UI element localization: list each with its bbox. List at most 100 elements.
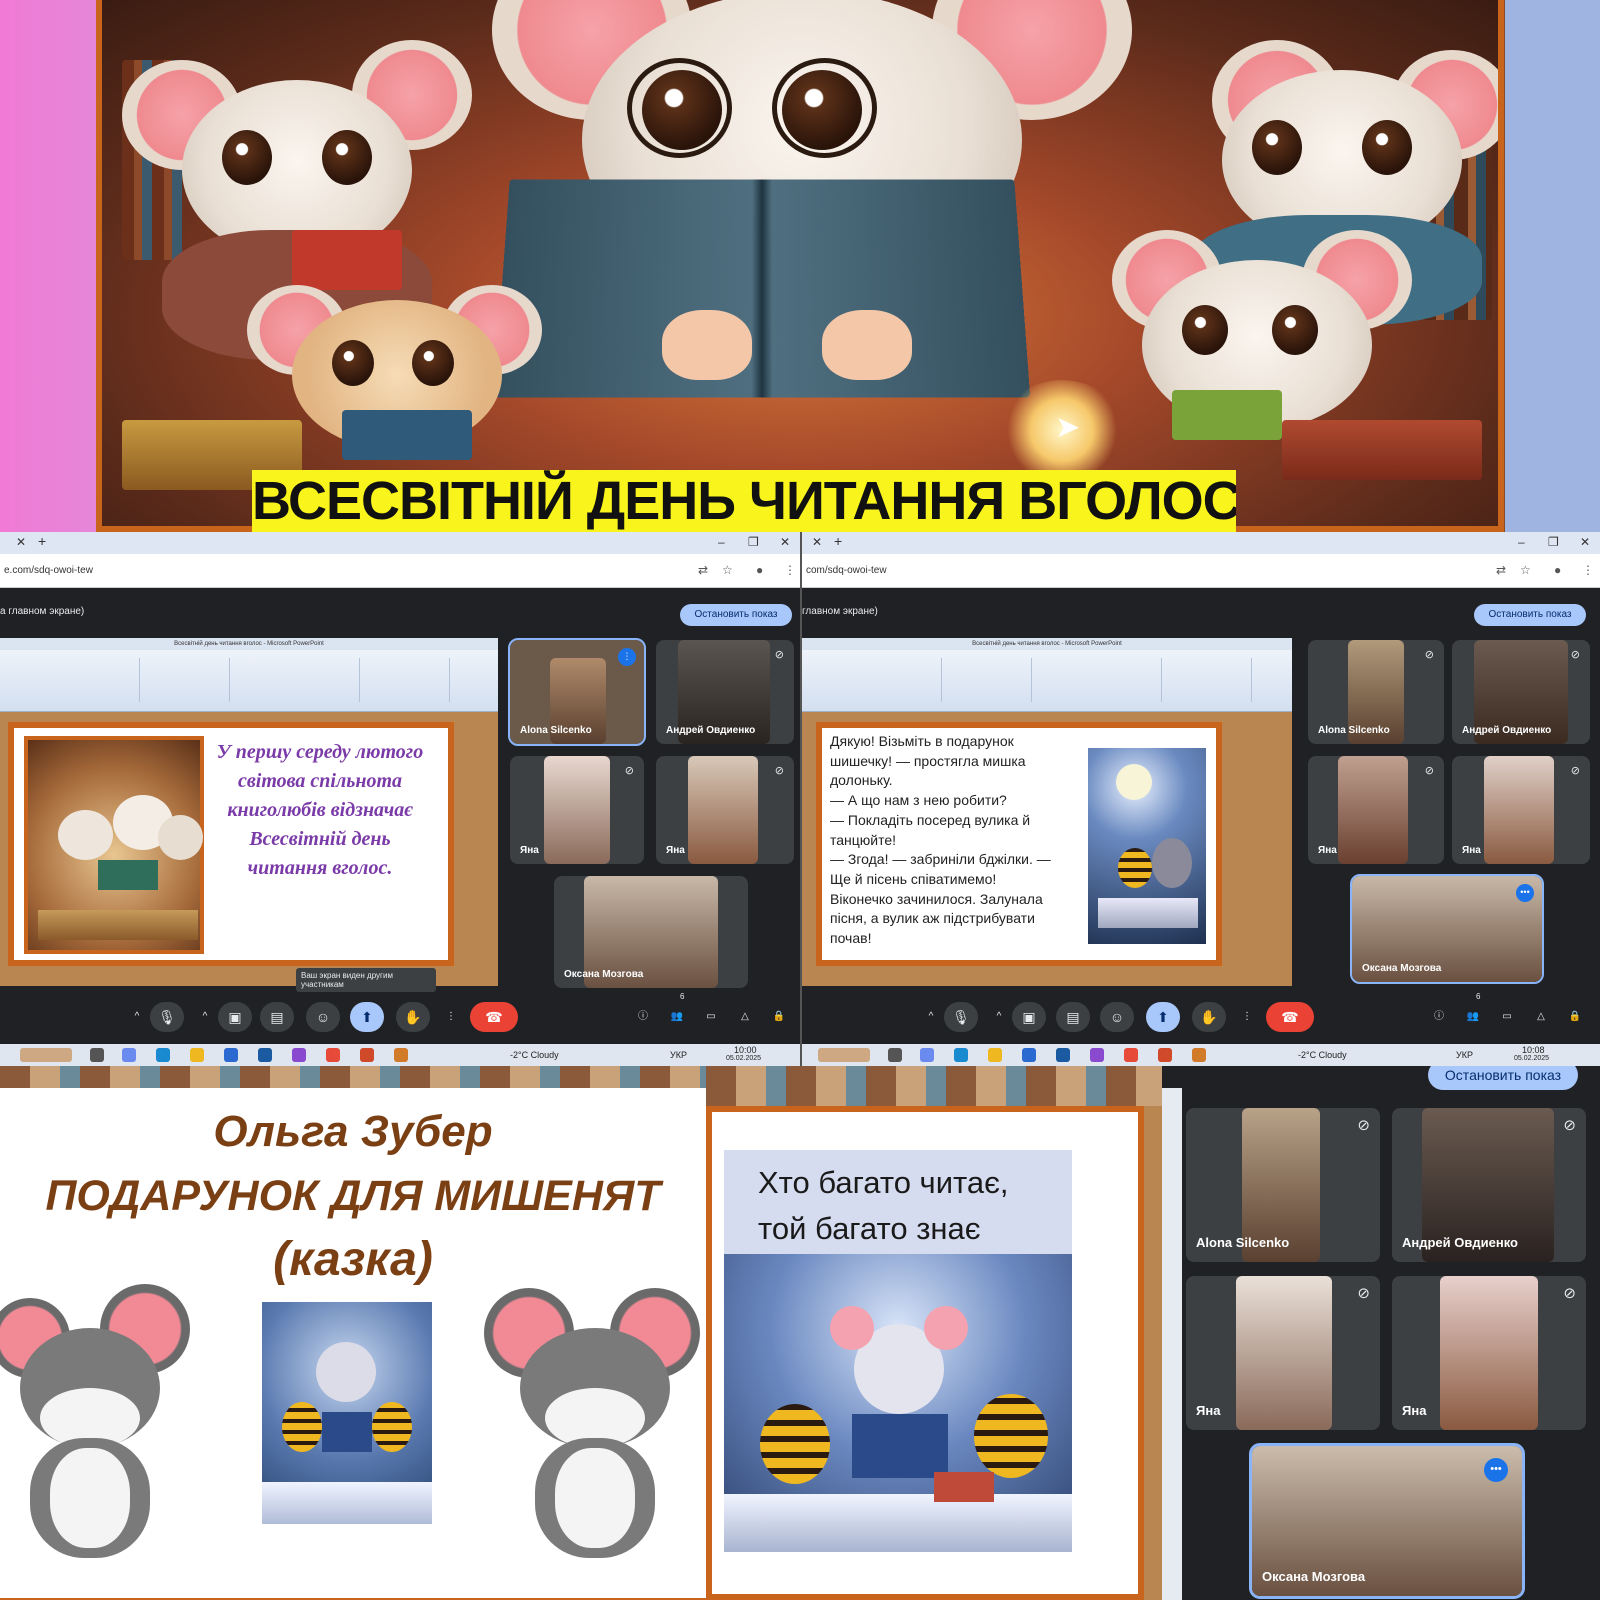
mic-icon[interactable]: 🎙 [150, 1002, 184, 1032]
more-options-icon[interactable]: ⋮ [1238, 1002, 1256, 1032]
profile-icon[interactable]: ● [1554, 563, 1561, 577]
participant-tile[interactable]: ⊘ Андрей Овдиенко [1452, 640, 1590, 744]
translate-icon[interactable]: ⇄ [1496, 563, 1506, 577]
participant-tile[interactable]: ⊘ Андрей Овдиенко [1392, 1108, 1586, 1262]
raise-hand-icon[interactable]: ✋ [396, 1002, 430, 1032]
mic-icon[interactable]: 🎙 [944, 1002, 978, 1032]
participant-tile[interactable]: Оксана Мозгова [554, 876, 748, 988]
participant-tile[interactable]: ⊘ Яна [510, 756, 644, 864]
mail-icon[interactable] [258, 1048, 272, 1062]
menu-icon[interactable]: ⋮ [784, 563, 796, 577]
address-bar[interactable]: e.com/sdq-owoi-tew ⇄ ☆ ● ⋮ [0, 554, 800, 588]
end-call-button[interactable]: ☎ [1266, 1002, 1314, 1032]
stop-presenting-button[interactable]: Остановить показ [1474, 604, 1586, 626]
edge-icon[interactable] [954, 1048, 968, 1062]
snow [724, 1494, 1072, 1552]
story-line: долоньку. [830, 771, 1080, 791]
chat-icon[interactable]: ▭ [702, 1002, 720, 1032]
viber-icon[interactable] [1090, 1048, 1104, 1062]
story-line: Ще й пісень співатимемо! [830, 870, 1080, 890]
participant-tile[interactable]: ••• Оксана Мозгова [1252, 1446, 1522, 1596]
mouse-eye [222, 130, 272, 185]
minimize-icon[interactable]: – [1518, 535, 1525, 549]
chevron-up-icon[interactable]: ^ [196, 1002, 214, 1032]
emoji-icon[interactable]: ☺ [1100, 1002, 1134, 1032]
taskview-icon[interactable] [90, 1048, 104, 1062]
captions-icon[interactable]: ▤ [260, 1002, 294, 1032]
chat-icon[interactable]: ▭ [1498, 1002, 1516, 1032]
raise-hand-icon[interactable]: ✋ [1192, 1002, 1226, 1032]
close-window-icon[interactable]: ✕ [780, 535, 790, 549]
new-tab-icon[interactable]: + [38, 533, 46, 549]
close-tab-icon[interactable]: ✕ [16, 535, 26, 549]
restore-icon[interactable]: ❐ [1548, 535, 1559, 549]
story-line: — А що нам з нею робити? [830, 791, 1080, 811]
participant-tile[interactable]: ⊘ Яна [656, 756, 794, 864]
camera-icon[interactable]: ▣ [218, 1002, 252, 1032]
participant-tile[interactable]: ⊘ Яна [1392, 1276, 1586, 1430]
people-icon[interactable]: 👥 [1464, 1002, 1482, 1032]
restore-icon[interactable]: ❐ [748, 535, 759, 549]
camera-icon[interactable]: ▣ [1012, 1002, 1046, 1032]
people-icon[interactable]: 👥 [668, 1002, 686, 1032]
explorer-icon[interactable] [988, 1048, 1002, 1062]
participant-tile[interactable]: ⊘ Андрей Овдиенко [656, 640, 794, 744]
app-icon[interactable] [1192, 1048, 1206, 1062]
host-controls-icon[interactable]: 🔒 [770, 1002, 788, 1032]
host-controls-icon[interactable]: 🔒 [1566, 1002, 1584, 1032]
participant-name: Alona Silcenko [520, 725, 592, 736]
minimize-icon[interactable]: – [718, 535, 725, 549]
close-window-icon[interactable]: ✕ [1580, 535, 1590, 549]
star-icon[interactable]: ☆ [722, 563, 733, 577]
translate-icon[interactable]: ⇄ [698, 563, 708, 577]
scrollbar[interactable] [1162, 1088, 1182, 1600]
chrome-icon[interactable] [326, 1048, 340, 1062]
menu-icon[interactable]: ⋮ [1582, 563, 1594, 577]
participant-tile[interactable]: ⋮ Alona Silcenko [510, 640, 644, 744]
present-screen-icon[interactable]: ⬆ [350, 1002, 384, 1032]
info-icon[interactable]: ⓘ [1430, 1002, 1448, 1032]
activities-icon[interactable]: △ [736, 1002, 754, 1032]
participant-tile[interactable]: ⊘ Alona Silcenko [1186, 1108, 1380, 1262]
viber-icon[interactable] [292, 1048, 306, 1062]
taskview-icon[interactable] [888, 1048, 902, 1062]
participant-tile[interactable]: ⊘ Яна [1452, 756, 1590, 864]
participant-tile[interactable]: ⊘ Alona Silcenko [1308, 640, 1444, 744]
stop-presenting-button[interactable]: Остановить показ [1428, 1066, 1578, 1090]
star-icon[interactable]: ☆ [1520, 563, 1531, 577]
activities-icon[interactable]: △ [1532, 1002, 1550, 1032]
profile-icon[interactable]: ● [756, 563, 763, 577]
close-tab-icon[interactable]: ✕ [812, 535, 822, 549]
new-tab-icon[interactable]: + [834, 533, 842, 549]
app-icon[interactable] [394, 1048, 408, 1062]
powerpoint-icon[interactable] [1158, 1048, 1172, 1062]
participant-tile[interactable]: ⊘ Яна [1308, 756, 1444, 864]
edge-icon[interactable] [156, 1048, 170, 1062]
more-dots-icon[interactable]: ••• [1516, 884, 1534, 902]
chevron-up-icon[interactable]: ^ [922, 1002, 940, 1032]
end-call-button[interactable]: ☎ [470, 1002, 518, 1032]
emoji-icon[interactable]: ☺ [306, 1002, 340, 1032]
present-screen-icon[interactable]: ⬆ [1146, 1002, 1180, 1032]
captions-icon[interactable]: ▤ [1056, 1002, 1090, 1032]
chrome-icon[interactable] [1124, 1048, 1138, 1062]
copilot-icon[interactable] [920, 1048, 934, 1062]
mouse-eye [1182, 305, 1228, 355]
info-icon[interactable]: ⓘ [634, 1002, 652, 1032]
powerpoint-icon[interactable] [360, 1048, 374, 1062]
copilot-icon[interactable] [122, 1048, 136, 1062]
taskbar-thumbnail[interactable] [818, 1048, 870, 1062]
stop-presenting-button[interactable]: Остановить показ [680, 604, 792, 626]
taskbar-thumbnail[interactable] [20, 1048, 72, 1062]
explorer-icon[interactable] [190, 1048, 204, 1062]
store-icon[interactable] [224, 1048, 238, 1062]
address-bar[interactable]: com/sdq-owoi-tew ⇄ ☆ ● ⋮ [802, 554, 1600, 588]
more-dots-icon[interactable]: ••• [1484, 1458, 1508, 1482]
mail-icon[interactable] [1056, 1048, 1070, 1062]
participant-tile[interactable]: ⊘ Яна [1186, 1276, 1380, 1430]
participant-tile[interactable]: ••• Оксана Мозгова [1352, 876, 1542, 982]
chevron-up-icon[interactable]: ^ [128, 1002, 146, 1032]
more-options-icon[interactable]: ⋮ [442, 1002, 460, 1032]
store-icon[interactable] [1022, 1048, 1036, 1062]
chevron-up-icon[interactable]: ^ [990, 1002, 1008, 1032]
